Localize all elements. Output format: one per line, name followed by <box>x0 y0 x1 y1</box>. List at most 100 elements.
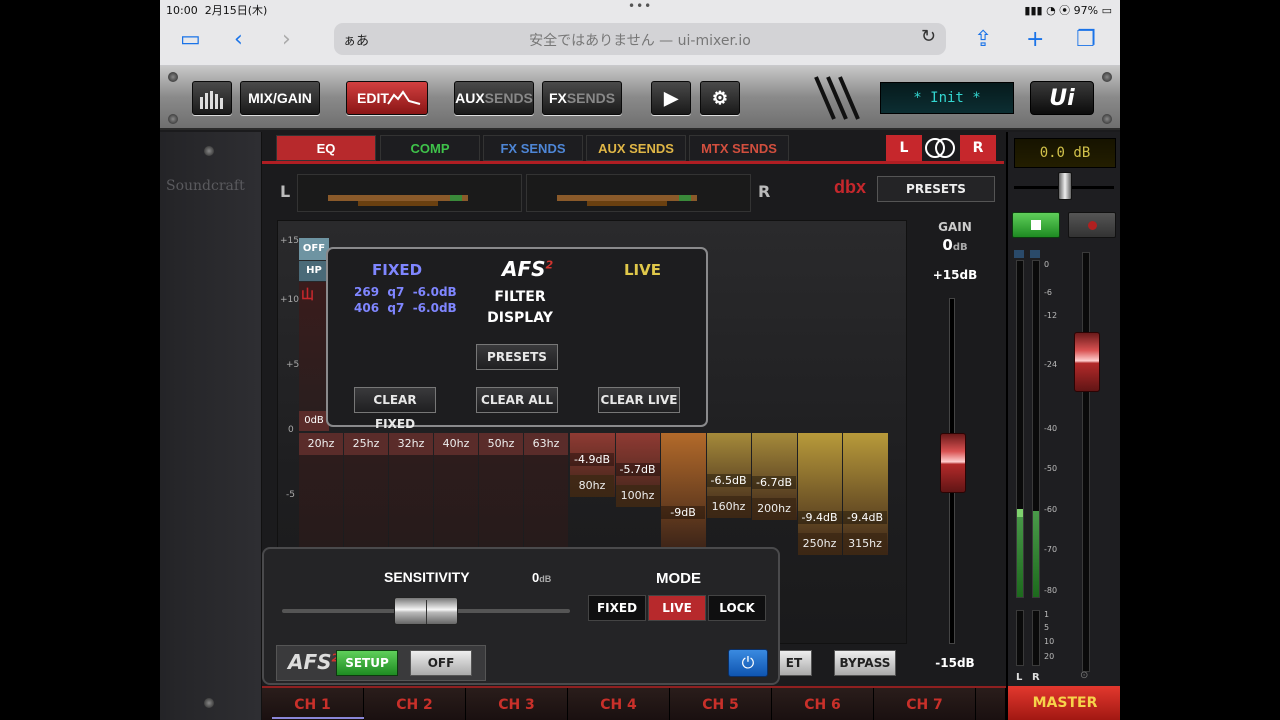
master-record-button[interactable] <box>1068 212 1116 238</box>
channel-tab[interactable]: CH 3 <box>466 688 568 720</box>
share-icon[interactable]: ⇪ <box>974 27 992 53</box>
reset-button[interactable]: ET <box>776 650 812 676</box>
new-tab-icon[interactable]: + <box>1026 27 1044 53</box>
master-on-button[interactable] <box>1012 212 1060 238</box>
fixed-band-freq[interactable]: 32hz <box>389 433 433 455</box>
master-fader-track[interactable] <box>1082 252 1090 672</box>
reload-icon[interactable]: ↻ <box>921 26 936 47</box>
live-band-freq[interactable]: 250hz <box>797 533 842 556</box>
edit-label: EDIT <box>357 90 389 106</box>
meter-scale-label: -60 <box>1044 505 1058 514</box>
setup-button[interactable]: SETUP <box>336 650 398 676</box>
aux-sends-button[interactable]: AUXSENDS <box>454 81 534 115</box>
gain-top-label: +15dB <box>932 268 978 282</box>
channel-tab[interactable]: CH 5 <box>670 688 772 720</box>
sidebar-icon[interactable]: ▭ <box>180 27 201 53</box>
browser-bar: ▭ ‹ › ぁあ 安全ではありません — ui-mixer.io ↻ ⇪ + ❐ <box>160 18 1120 66</box>
channel-tab[interactable]: CH 1 <box>262 688 364 720</box>
live-band-freq[interactable]: 80hz <box>570 474 614 497</box>
screw <box>168 72 178 82</box>
hp-off-toggle[interactable]: OFF <box>299 238 329 260</box>
eq-presets-button[interactable]: PRESETS <box>877 176 995 202</box>
fixed-filter-list: 269 q7 -6.0dB 406 q7 -6.0dB <box>354 284 457 316</box>
meters-button[interactable] <box>192 81 232 115</box>
display-label: DISPLAY <box>487 310 553 326</box>
fixed-band-freq[interactable]: 63hz <box>524 433 568 455</box>
settings-button[interactable]: ⚙ <box>700 81 740 115</box>
clear-all-button[interactable]: CLEAR ALL <box>476 387 558 413</box>
tab-aux-sends[interactable]: AUX SENDS <box>586 135 686 161</box>
bypass-button[interactable]: BYPASS <box>834 650 896 676</box>
meter-label-left: L <box>280 182 291 201</box>
fixed-title: FIXED <box>372 261 423 279</box>
edit-button[interactable]: EDIT <box>346 81 428 115</box>
master-meter-l: L <box>1016 672 1023 683</box>
back-icon[interactable]: ‹ <box>234 27 243 53</box>
gain-fader-handle[interactable] <box>940 433 966 493</box>
master-pan-handle[interactable] <box>1058 172 1072 200</box>
master-meter-r: R <box>1032 672 1040 683</box>
right-channel-button[interactable]: R <box>960 135 996 161</box>
master-gr-meter-left <box>1016 610 1024 666</box>
screw <box>168 114 178 124</box>
tab-underline <box>262 161 1004 164</box>
multitask-dots[interactable]: ••• <box>628 0 652 13</box>
afs-presets-button[interactable]: PRESETS <box>476 344 558 370</box>
y-label: +10 <box>280 295 299 305</box>
channel-tab[interactable]: CH 2 <box>364 688 466 720</box>
hp-label[interactable]: HP <box>299 261 329 281</box>
fixed-band-freq[interactable]: 25hz <box>344 433 388 455</box>
live-band-freq[interactable]: 160hz <box>706 495 751 518</box>
screw <box>1102 114 1112 124</box>
afs-logo: AFS2 <box>502 257 554 281</box>
meter-scale-label: 0 <box>1044 260 1050 269</box>
y-label: 0 <box>288 425 294 435</box>
mixer-toolbar: MIX/GAIN EDIT AUXSENDS FXSENDS ▶ ⚙ * Ini… <box>160 66 1120 130</box>
play-button[interactable]: ▶ <box>651 81 691 115</box>
channel-tab[interactable]: CH 7 <box>874 688 976 720</box>
tab-comp[interactable]: COMP <box>380 135 480 161</box>
power-button[interactable]: ⏻ <box>728 649 768 677</box>
channel-tab-partial[interactable] <box>976 688 1006 720</box>
status-bar: 10:00 2月15日(木) ••• ▮▮▮ ◔ ⦿ 97% ▭ <box>160 0 1120 18</box>
live-band-freq[interactable]: 100hz <box>615 485 660 508</box>
tab-mtx-sends[interactable]: MTX SENDS <box>689 135 789 161</box>
master-level-display[interactable]: 0.0 dB <box>1014 138 1116 168</box>
meter-scale-label: -80 <box>1044 586 1058 595</box>
channel-tab[interactable]: CH 6 <box>772 688 874 720</box>
left-channel-button[interactable]: L <box>886 135 922 161</box>
mode-fixed[interactable]: FIXED <box>588 595 646 621</box>
clear-live-button[interactable]: CLEAR LIVE <box>598 387 680 413</box>
fx-sends-button[interactable]: FXSENDS <box>542 81 622 115</box>
meter-scale-label: -70 <box>1044 545 1058 554</box>
live-band-gain: -6.7dB <box>752 476 796 490</box>
status-time: 10:00 2月15日(木) <box>166 4 268 17</box>
tab-fx-sends[interactable]: FX SENDS <box>483 135 583 161</box>
tabs-icon[interactable]: ❐ <box>1076 27 1096 53</box>
live-band-freq[interactable]: 315hz <box>843 533 887 556</box>
mix-gain-button[interactable]: MIX/GAIN <box>240 81 320 115</box>
afs-off-button[interactable]: OFF <box>410 650 472 676</box>
tab-eq[interactable]: EQ <box>276 135 376 161</box>
fixed-band-freq[interactable]: 50hz <box>479 433 523 455</box>
mode-live[interactable]: LIVE <box>648 595 706 621</box>
sensitivity-slider-handle[interactable] <box>394 597 458 625</box>
live-band-gain: -5.7dB <box>615 463 660 477</box>
hp-curve-icon: 山 <box>301 288 315 303</box>
fixed-band-freq[interactable]: 20hz <box>299 433 343 455</box>
address-bar[interactable]: ぁあ 安全ではありません — ui-mixer.io ↻ <box>334 23 946 55</box>
left-strip: Soundcraft <box>160 132 262 720</box>
snapshot-display[interactable]: * Init * <box>880 82 1014 114</box>
fixed-band-freq[interactable]: 40hz <box>434 433 478 455</box>
forward-icon[interactable]: › <box>282 27 291 53</box>
stereo-link-icon[interactable] <box>924 137 956 159</box>
live-band-freq[interactable]: 200hz <box>752 498 796 521</box>
clear-fixed-button[interactable]: CLEAR FIXED <box>354 387 436 431</box>
mode-lock[interactable]: LOCK <box>708 595 766 621</box>
master-label[interactable]: MASTER <box>1008 686 1120 720</box>
master-fader-handle[interactable] <box>1074 332 1100 392</box>
master-fader-screw: ⊙ <box>1080 670 1089 681</box>
screw <box>204 146 214 156</box>
channel-tab[interactable]: CH 4 <box>568 688 670 720</box>
gain-bottom-label: -15dB <box>935 656 975 670</box>
